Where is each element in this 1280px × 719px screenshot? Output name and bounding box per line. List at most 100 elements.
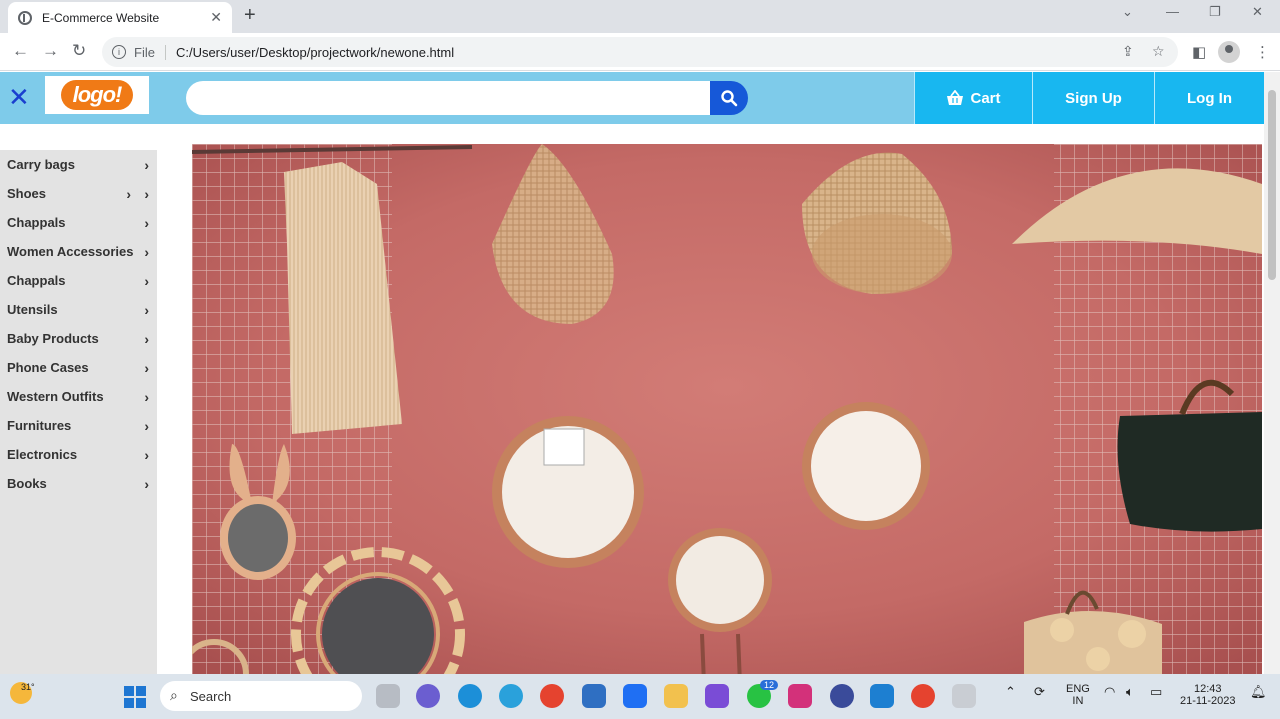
volume-icon[interactable]: 🔈︎ [1126,684,1134,700]
share-icon[interactable]: ⇪ [1122,43,1134,60]
site-header: ✕ logo! Cart Sign Up Log In [0,72,1264,124]
search-input[interactable] [186,81,710,115]
sidebar-item-utensils[interactable]: Utensils › [0,295,157,324]
app-icon[interactable] [830,684,854,708]
address-bar-row: ← → ↻ i File C:/Users/user/Desktop/proje… [0,33,1280,71]
chevron-right-icon: › [144,446,149,463]
category-sidebar: Carry bags › Shoes › › Chappals › Women Acce… [0,150,157,674]
search-button[interactable] [710,81,748,115]
clock-time: 12:43 [1193,683,1222,695]
reload-icon[interactable]: ↻ [72,41,86,61]
new-tab-icon[interactable]: + [244,4,256,27]
info-icon[interactable]: i [112,45,126,59]
sidebar-item-label: Baby Products [7,331,99,346]
chevron-right-icon: › [144,272,149,289]
cart-button[interactable]: Cart [914,72,1032,124]
cart-label: Cart [970,89,1001,107]
minimize-icon[interactable]: — [1166,4,1179,19]
windows-start-icon[interactable] [124,686,146,708]
page-scrollbar[interactable] [1264,72,1280,674]
browser-tab-strip: E-Commerce Website ✕ + ⌄ — ❐ ✕ [0,0,1280,33]
close-menu-icon[interactable]: ✕ [8,82,30,113]
chevron-right-icon: › [126,185,131,202]
search-icon: ⌕ [170,687,178,703]
menu-kebab-icon[interactable]: ⋮ [1255,43,1270,61]
sidebar-item-furnitures[interactable]: Furnitures › [0,411,157,440]
chevron-right-icon: › [144,417,149,434]
edge-icon[interactable] [458,684,482,708]
logo-text: logo! [60,80,134,110]
sidebar-item-carry-bags[interactable]: Carry bags › [0,150,157,179]
clock-date: 21-11-2023 [1180,695,1236,707]
sidebar-item-label: Women Accessories [7,244,134,259]
chevron-right-icon: › [144,156,149,173]
logo[interactable]: logo! [45,76,149,114]
browser-tab[interactable]: E-Commerce Website ✕ [8,2,232,33]
sign-up-button[interactable]: Sign Up [1032,72,1154,124]
mail-icon[interactable] [582,684,606,708]
taskbar-search-label: Search [190,688,232,704]
sync-icon[interactable]: ⟳ [1034,684,1045,700]
vscode-icon[interactable] [870,684,894,708]
chevron-right-icon: › [144,214,149,231]
tab-search-chevron-icon[interactable]: ⌄ [1122,4,1133,20]
snipping-tool-icon[interactable] [952,684,976,708]
sidebar-item-phone-cases[interactable]: Phone Cases › [0,353,157,382]
chrome-icon[interactable] [540,684,564,708]
side-panel-icon[interactable]: ◧ [1192,43,1206,61]
sidebar-item-label: Carry bags [7,157,75,172]
globe-icon [18,10,32,25]
dropbox-icon[interactable] [623,684,647,708]
log-in-button[interactable]: Log In [1154,72,1264,124]
teams-icon[interactable] [416,684,440,708]
lang-line2: IN [1072,695,1084,707]
scrollbar-thumb[interactable] [1268,90,1276,280]
chevron-right-icon: › [144,185,149,202]
sidebar-item-chappals-2[interactable]: Chappals › [0,266,157,295]
back-icon[interactable]: ← [12,41,29,61]
wifi-icon[interactable]: ◠ [1104,684,1115,700]
sign-up-label: Sign Up [1065,89,1122,107]
sidebar-item-women-accessories[interactable]: Women Accessories › [0,237,157,266]
chevron-right-icon: › [144,243,149,260]
language-indicator[interactable]: ENG IN [1066,683,1090,707]
profile-avatar-icon[interactable] [1218,41,1240,63]
taskbar: 31° ⌕ Search 12 ⌃ ⟳ ENG IN ◠ 🔈︎ ▭ 12:43 … [0,674,1280,719]
window-close-icon[interactable]: ✕ [1252,4,1263,20]
chrome-icon-2[interactable] [911,684,935,708]
clock[interactable]: 12:43 21-11-2023 [1180,683,1235,707]
log-in-label: Log In [1187,89,1232,107]
page-viewport: ✕ logo! Cart Sign Up Log In Carry bags ›… [0,72,1280,674]
sidebar-item-shoes[interactable]: Shoes › › [0,179,157,208]
bookmark-star-icon[interactable]: ☆ [1152,43,1165,60]
task-view-icon[interactable] [376,684,400,708]
notification-icon[interactable]: 🔔︎ [1250,684,1267,700]
sidebar-item-baby-products[interactable]: Baby Products › [0,324,157,353]
url-bar[interactable]: i File C:/Users/user/Desktop/projectwork… [102,37,1178,67]
file-explorer-icon[interactable] [664,684,688,708]
tab-close-icon[interactable]: ✕ [210,9,222,26]
sidebar-item-books[interactable]: Books › [0,469,157,498]
visual-studio-icon[interactable] [705,684,729,708]
url-text[interactable]: C:/Users/user/Desktop/projectwork/newone… [176,45,454,60]
sidebar-item-label: Books [7,476,47,491]
hero-image [192,144,1262,674]
sidebar-item-electronics[interactable]: Electronics › [0,440,157,469]
tray-chevron-up-icon[interactable]: ⌃ [1005,684,1016,700]
basket-icon [947,90,964,105]
sidebar-item-label: Phone Cases [7,360,89,375]
telegram-icon[interactable] [499,684,523,708]
hero-photo [192,144,1262,674]
taskbar-search-box[interactable]: ⌕ Search [160,681,362,711]
sidebar-item-western-outfits[interactable]: Western Outfits › [0,382,157,411]
maximize-icon[interactable]: ❐ [1209,4,1221,20]
battery-icon[interactable]: ▭ [1150,684,1162,700]
sidebar-item-label: Chappals [7,215,66,230]
sidebar-item-chappals[interactable]: Chappals › [0,208,157,237]
sidebar-item-label: Utensils [7,302,58,317]
chevron-right-icon: › [144,301,149,318]
forward-icon[interactable]: → [42,41,59,61]
instagram-icon[interactable] [788,684,812,708]
tab-title: E-Commerce Website [42,10,160,25]
chevron-right-icon: › [144,359,149,376]
